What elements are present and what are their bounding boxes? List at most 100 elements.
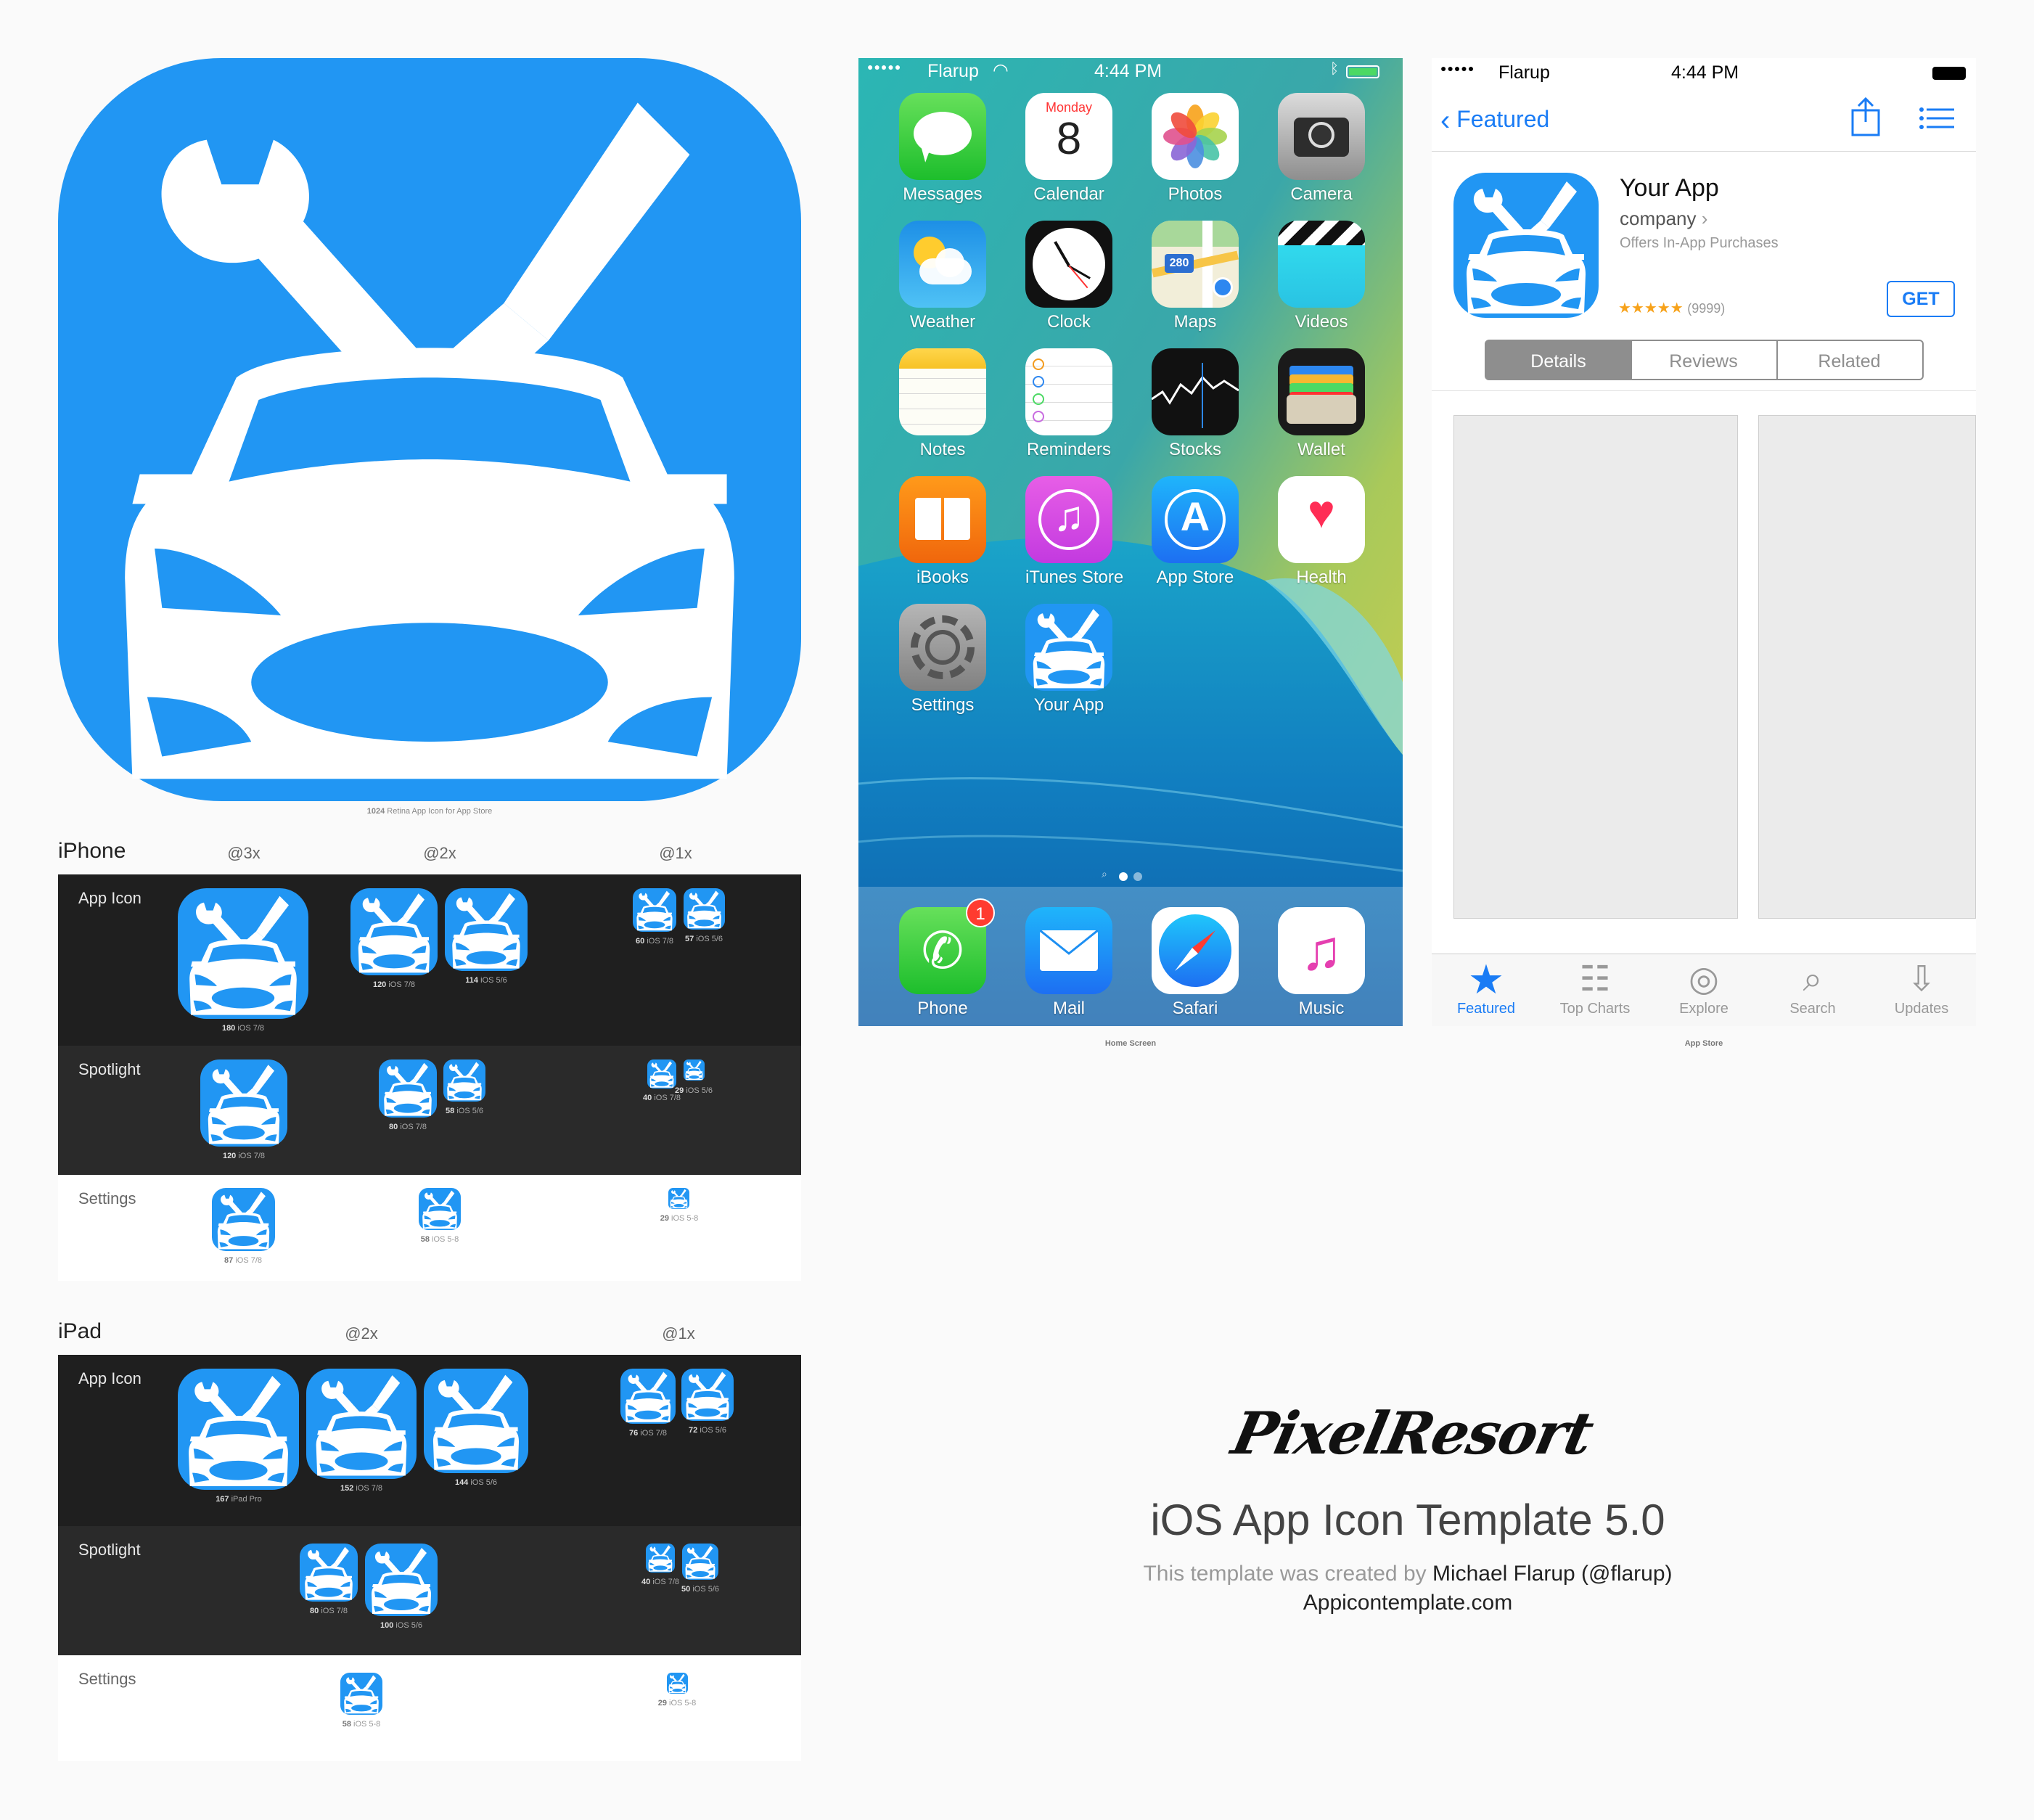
ipad-col-1x: @1x: [662, 1324, 695, 1343]
app-calendar[interactable]: Monday 8 Calendar: [1025, 93, 1112, 205]
app-label: Stocks: [1168, 440, 1222, 459]
app-label: Music: [1298, 999, 1345, 1018]
spotlight-search-icon: ⌕: [1102, 868, 1107, 880]
reminders-icon: [1025, 348, 1112, 435]
row-label: Settings: [78, 1670, 136, 1688]
tab-explore[interactable]: ◎ Explore: [1649, 959, 1758, 1017]
app-videos[interactable]: Videos: [1278, 221, 1365, 332]
icon-caption: 50 iOS 5/6: [681, 1585, 719, 1594]
list-icon[interactable]: [1919, 107, 1954, 129]
store-company-link[interactable]: company ›: [1620, 208, 1707, 230]
screenshot-placeholder: [1758, 415, 1976, 919]
tab-search[interactable]: ⌕ Search: [1758, 959, 1867, 1017]
icon-caption: 80 iOS 7/8: [310, 1607, 348, 1615]
tab-featured[interactable]: ★ Featured: [1432, 959, 1541, 1017]
camera-icon: [1278, 93, 1365, 180]
app-reminders[interactable]: Reminders: [1025, 348, 1112, 460]
app-weather[interactable]: Weather: [899, 221, 986, 332]
app-camera[interactable]: Camera: [1278, 93, 1365, 205]
credits-site[interactable]: Appicontemplate.com: [1016, 1591, 1800, 1615]
tab-label: Search: [1789, 1001, 1836, 1017]
app-settings[interactable]: Settings: [899, 604, 986, 716]
app-itunes-store[interactable]: ♫ iTunes Store: [1025, 476, 1123, 588]
icon-caption: 180 iOS 7/8: [221, 1024, 265, 1033]
time-label: 4:44 PM: [1094, 61, 1162, 81]
store-rating: ★★★★★ (9999): [1618, 299, 1725, 317]
back-button[interactable]: ‹ Featured: [1440, 102, 1550, 136]
app-icon-40: [646, 1544, 675, 1573]
app-health[interactable]: ♥ Health: [1278, 476, 1365, 588]
company-label: company: [1620, 208, 1697, 229]
dock-mail[interactable]: Mail: [1025, 907, 1112, 1019]
icon-caption: 120 iOS 7/8: [222, 1152, 266, 1160]
icon-caption: 40 iOS 7/8: [641, 1578, 679, 1586]
app-label: Clock: [1046, 312, 1091, 332]
maps-icon: 280: [1152, 221, 1239, 308]
app-wallet[interactable]: Wallet: [1278, 348, 1365, 460]
app-maps[interactable]: 280 Maps: [1152, 221, 1239, 332]
app-clock[interactable]: Clock: [1025, 221, 1112, 332]
health-icon: ♥: [1278, 476, 1365, 563]
back-label: Featured: [1456, 106, 1550, 132]
dock-safari[interactable]: Safari: [1152, 907, 1239, 1019]
app-label: Your App: [1033, 695, 1104, 715]
calendar-icon: Monday 8: [1025, 93, 1112, 180]
app-stocks[interactable]: Stocks: [1152, 348, 1239, 460]
app-label: Photos: [1168, 184, 1223, 204]
share-icon[interactable]: [1850, 97, 1882, 138]
app-ibooks[interactable]: iBooks: [899, 476, 986, 588]
icon-caption: 72 iOS 5/6: [689, 1426, 726, 1435]
weather-icon: [899, 221, 986, 308]
segment-details[interactable]: Details: [1485, 340, 1632, 380]
segment-related[interactable]: Related: [1776, 340, 1924, 380]
author-link[interactable]: Michael Flarup (@flarup): [1432, 1562, 1673, 1586]
app-icon-144: [424, 1369, 528, 1473]
app-your-app[interactable]: Your App: [1025, 604, 1112, 716]
icon-caption: 76 iOS 7/8: [629, 1429, 667, 1438]
store-app-name: Your App: [1620, 174, 1719, 202]
app-label: Messages: [903, 184, 983, 204]
icon-caption: 120 iOS 7/8: [372, 980, 416, 989]
app-label: Reminders: [1026, 440, 1112, 459]
dock-music[interactable]: ♫ Music: [1278, 907, 1365, 1019]
app-label: Health: [1296, 567, 1347, 587]
segment-reviews[interactable]: Reviews: [1631, 340, 1778, 380]
screenshot-placeholder: [1453, 415, 1738, 919]
app-icon-80: [300, 1544, 358, 1602]
app-store-caption: App Store: [1684, 1039, 1723, 1048]
store-iap: Offers In-App Purchases: [1620, 235, 1779, 251]
app-icon-40: [647, 1059, 676, 1089]
app-notes[interactable]: Notes: [899, 348, 986, 460]
app-label: Phone: [917, 999, 968, 1018]
iphone-col-3x: @3x: [227, 844, 261, 862]
ipad-col-2x: @2x: [345, 1324, 378, 1343]
videos-icon: [1278, 221, 1365, 308]
icon-caption: 114 iOS 5/6: [465, 976, 507, 985]
app-icon-58: [340, 1673, 382, 1715]
dock-phone[interactable]: ✆ 1 Phone: [899, 898, 995, 1019]
app-label: Calendar: [1033, 184, 1104, 204]
app-messages[interactable]: Messages: [899, 93, 986, 205]
home-screen: ●●●●● Flarup ◠ 4:44 PM ᛒ Messages Monday…: [858, 58, 1403, 1026]
ipad-app-icon-row: App Icon 167 iPad Pro 152 iOS 7/8 144 iO…: [58, 1355, 801, 1526]
tab-label: Explore: [1679, 1001, 1729, 1017]
photos-icon: [1152, 93, 1239, 180]
app-icon-120: [350, 888, 438, 975]
icon-caption: 29 iOS 5-8: [657, 1699, 697, 1708]
app-app-store[interactable]: A App Store: [1152, 476, 1239, 588]
get-button[interactable]: GET: [1887, 281, 1955, 317]
tab-updates[interactable]: ⇩ Updates: [1867, 959, 1976, 1017]
wallet-icon: [1278, 348, 1365, 435]
pixelresort-logo: PixelResort: [1226, 1399, 1599, 1467]
app-label: Wallet: [1297, 440, 1345, 459]
iphone-settings-row: Settings 87 iOS 7/8 58 iOS 5-8 29 iOS 5-…: [58, 1175, 801, 1281]
icon-caption: 58 iOS 5-8: [420, 1235, 459, 1244]
icon-caption: 144 iOS 5/6: [454, 1478, 498, 1487]
app-photos[interactable]: Photos: [1152, 93, 1239, 205]
tab-top-charts[interactable]: ☷ Top Charts: [1541, 959, 1649, 1017]
ipad-title: iPad: [58, 1319, 102, 1343]
row-label: Spotlight: [78, 1060, 141, 1078]
icon-caption: 152 iOS 7/8: [340, 1484, 383, 1493]
iphone-col-1x: @1x: [659, 844, 692, 862]
icon-caption: 100 iOS 5/6: [380, 1621, 423, 1630]
